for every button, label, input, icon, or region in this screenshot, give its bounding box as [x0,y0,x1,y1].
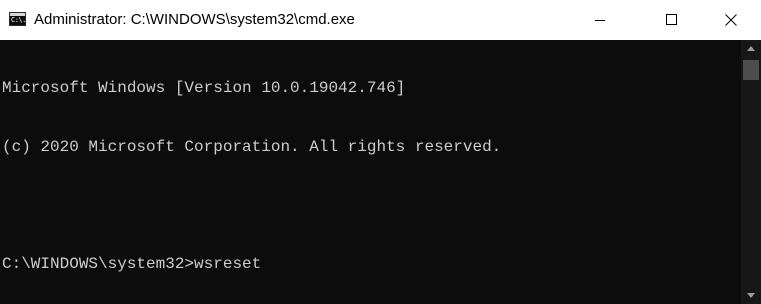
maximize-icon [666,14,677,25]
minimize-icon [595,20,605,21]
scroll-up-button[interactable] [741,40,761,57]
cmd-icon[interactable]: C:\. [9,12,26,26]
console-output[interactable]: Microsoft Windows [Version 10.0.19042.74… [0,40,741,304]
cmd-window: C:\. Administrator: C:\WINDOWS\system32\… [0,0,761,304]
console-line-copyright: (c) 2020 Microsoft Corporation. All righ… [2,137,502,156]
title-bar[interactable]: C:\. Administrator: C:\WINDOWS\system32\… [0,0,761,40]
close-icon [725,14,737,26]
scroll-down-button[interactable] [741,287,761,304]
close-button[interactable] [713,0,759,40]
console-line-command: C:\WINDOWS\system32>wsreset [2,254,262,273]
maximize-button[interactable] [648,0,694,40]
scroll-up-arrow-icon [747,46,755,51]
cmd-icon-text: C:\. [11,16,26,24]
window-title: Administrator: C:\WINDOWS\system32\cmd.e… [34,11,355,28]
scroll-down-arrow-icon [747,293,755,298]
scroll-thumb[interactable] [743,60,759,80]
console-line-version: Microsoft Windows [Version 10.0.19042.74… [2,79,406,97]
vertical-scrollbar[interactable] [741,40,761,304]
minimize-button[interactable] [577,0,623,40]
